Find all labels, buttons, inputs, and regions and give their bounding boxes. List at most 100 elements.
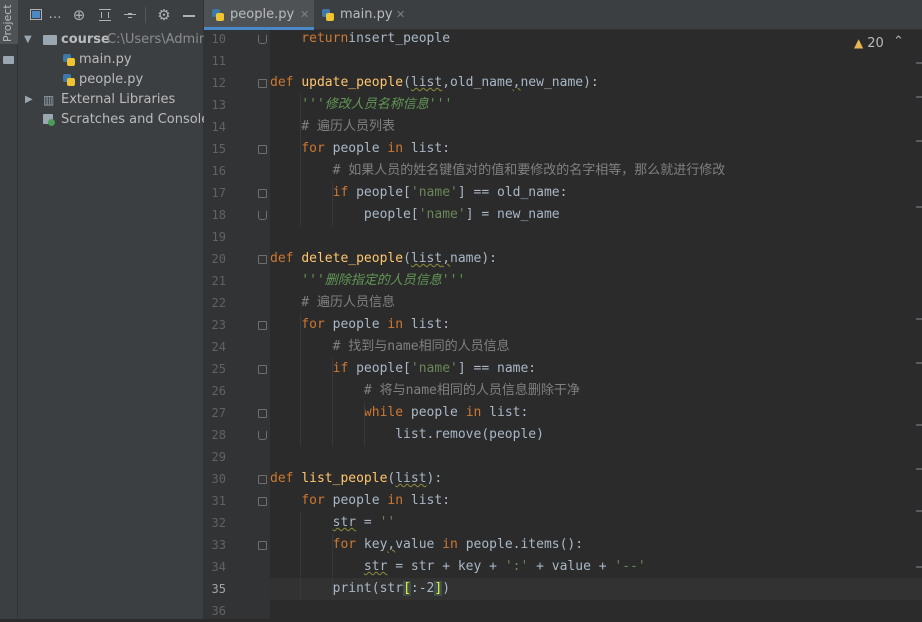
error-stripe-mark[interactable] [916,424,922,426]
close-icon[interactable]: ✕ [300,0,309,30]
root-path: C:\Users\Adminis [107,32,204,47]
project-toolbar: … ⊕ ⚙ [18,0,204,30]
code-line[interactable]: list.remove(people) [270,424,544,446]
tree-root-course[interactable]: ▼ course C:\Users\Adminis [18,30,204,50]
code-token: , [442,251,451,266]
code-line[interactable]: while people in list: [270,402,528,424]
close-icon[interactable]: ✕ [396,0,405,30]
code-token: ( [403,251,411,266]
code-line[interactable]: for people in list: [270,490,450,512]
minimize-icon[interactable] [182,8,196,22]
fold-toggle-icon[interactable] [258,145,267,154]
code-line[interactable]: # 遍历人员信息 [270,292,395,314]
code-token: name): [450,251,497,266]
fold-end-icon[interactable] [258,35,267,44]
ellipsis-icon[interactable]: … [48,8,62,22]
code-line[interactable]: print(str[:-2]) [270,578,450,600]
line-number: 33 [211,538,226,552]
code-line[interactable]: def update_people(list,old_name,new_name… [270,72,599,94]
fold-toggle-icon[interactable] [258,321,267,330]
code-token: '' [379,515,396,530]
code-line[interactable]: # 遍历人员列表 [270,116,395,138]
fold-toggle-icon[interactable] [258,255,267,264]
fold-toggle-icon[interactable] [258,189,267,198]
tree-external-libraries[interactable]: ▶ ▥ External Libraries [18,90,204,110]
fold-toggle-icon[interactable] [258,497,267,506]
line-number: 31 [211,494,226,508]
error-stripe-mark[interactable] [916,206,922,208]
code-line[interactable]: # 找到与name相同的人员信息 [270,336,510,358]
code-line[interactable]: for people in list: [270,138,450,160]
code-token: for [270,141,333,156]
code-line[interactable]: def list_people(list): [270,468,442,490]
code-line[interactable]: people['name'] = new_name [270,204,560,226]
code-line[interactable]: str = str + key + ':' + value + '--' [270,556,646,578]
error-stripe-mark[interactable] [916,566,922,568]
fold-end-icon[interactable] [258,211,267,220]
code-line[interactable]: '''删除指定的人员信息''' [270,270,465,292]
code-line[interactable]: if people['name'] == old_name: [270,182,568,204]
code-line[interactable]: if people['name'] == name: [270,358,537,380]
inspection-widget[interactable]: ▲ 20 [854,34,884,52]
tab-main-py[interactable]: main.py ✕ [314,0,412,30]
code-line[interactable]: # 将与name相同的人员信息删除干净 [270,380,580,402]
chevron-right-icon[interactable]: ▶ [25,90,33,110]
fold-end-icon[interactable] [258,431,267,440]
code-token: if [270,185,357,200]
code-line[interactable]: '''修改人员名称信息''' [270,94,452,116]
code-token: [ [403,581,411,596]
gear-icon[interactable]: ⚙ [157,8,171,23]
folder-icon[interactable] [3,56,14,64]
fold-toggle-icon[interactable] [258,475,267,484]
code-line[interactable]: returninsert_people [270,28,450,50]
error-stripe-mark[interactable] [916,510,922,512]
line-number: 23 [211,318,226,332]
chevron-down-icon[interactable]: ▼ [24,30,32,50]
line-number: 22 [211,296,226,310]
tree-file-main[interactable]: main.py [18,50,204,70]
line-number: 18 [211,208,226,222]
code-token: in [442,537,466,552]
expand-all-icon[interactable] [98,8,112,22]
code-line[interactable]: def delete_people(list,name): [270,248,497,270]
error-stripe-mark[interactable] [916,96,922,98]
code-line[interactable]: # 如果人员的姓名键值对的值和要修改的名字相等，那么就进行修改 [270,160,726,182]
code-token: '''删除指定的人员信息''' [270,273,466,288]
collapse-all-icon[interactable] [123,8,137,22]
code-line[interactable]: str = '' [270,512,396,534]
code-token: insert_people [348,31,451,46]
chevron-up-icon[interactable]: ⌃ [893,34,904,49]
code-token: for [270,537,364,552]
fold-toggle-icon[interactable] [258,541,267,550]
code-line[interactable]: for key,value in people.items(): [270,534,583,556]
fold-toggle-icon[interactable] [258,365,267,374]
error-stripe-mark[interactable] [916,318,922,320]
project-tool-tab[interactable]: Project [0,0,18,44]
code-token: people.items(): [465,537,584,552]
error-stripe-mark[interactable] [916,362,922,364]
error-stripe-mark[interactable] [916,140,922,142]
code-token: + value + [528,559,615,574]
indent-guide [332,182,333,226]
fold-toggle-icon[interactable] [258,79,267,88]
warning-count: 20 [867,36,884,51]
line-number: 19 [211,230,226,244]
error-stripe-mark[interactable] [916,468,922,470]
line-number: 14 [211,120,226,134]
code-token: people [332,141,388,156]
layout-icon[interactable] [30,8,44,22]
tree-scratches[interactable]: Scratches and Consoles [18,110,204,130]
line-number: 25 [211,362,226,376]
code-token: list: [410,317,451,332]
code-line[interactable]: for people in list: [270,314,450,336]
code-token: def [270,471,302,486]
code-token: list: [410,493,451,508]
tab-people-py[interactable]: people.py ✕ [204,0,314,30]
error-stripe-mark[interactable] [916,62,922,64]
line-number: 32 [211,516,226,530]
fold-toggle-icon[interactable] [258,409,267,418]
locate-icon[interactable]: ⊕ [72,8,86,23]
code-token: list [395,471,427,486]
tree-file-people[interactable]: people.py [18,70,204,90]
code-token: , [442,75,451,90]
